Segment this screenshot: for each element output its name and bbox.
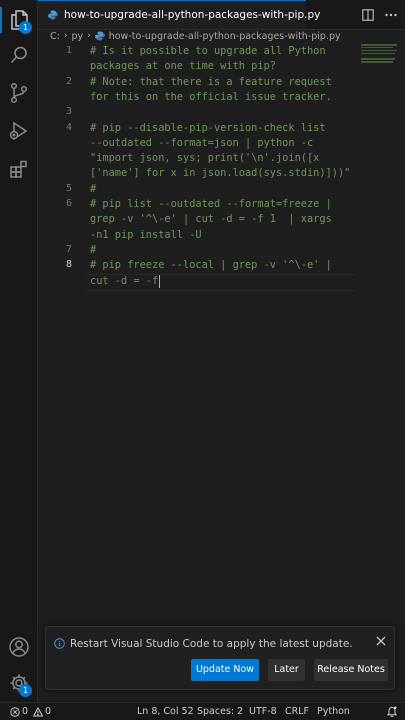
code-line: cut -d = -f bbox=[90, 274, 159, 287]
problems-indicator[interactable]: 0 0 bbox=[10, 703, 51, 720]
indentation[interactable]: Spaces: 2 bbox=[197, 703, 243, 720]
release-notes-button[interactable]: Release Notes bbox=[314, 659, 388, 681]
run-debug-icon bbox=[9, 121, 27, 141]
accounts-button[interactable] bbox=[0, 630, 37, 664]
code-line: for this on the official issue tracker. bbox=[90, 90, 332, 103]
code-line: # pip freeze --local | grep -v '^\-e' | bbox=[90, 259, 332, 272]
activity-bar: 1 1 bbox=[0, 0, 38, 702]
python-file-icon bbox=[48, 10, 58, 20]
run-debug-button[interactable] bbox=[0, 114, 37, 148]
update-now-button[interactable]: Update Now bbox=[191, 659, 259, 681]
close-icon[interactable] bbox=[376, 636, 386, 646]
code-line: # pip --disable-pip-version-check list bbox=[90, 121, 326, 134]
text-cursor bbox=[159, 274, 160, 288]
line-number: 7 bbox=[65, 243, 72, 255]
breadcrumb-folder[interactable]: py bbox=[71, 31, 83, 42]
code-editor[interactable]: 1 # Is it possible to upgrade all Python p… bbox=[38, 44, 405, 624]
extensions-icon bbox=[9, 160, 27, 178]
split-editor-icon[interactable] bbox=[362, 8, 374, 21]
search-button[interactable] bbox=[0, 38, 37, 72]
line-number: 8 bbox=[65, 259, 72, 271]
encoding[interactable]: UTF-8 bbox=[249, 703, 277, 720]
code-line: --outdated --format=json | python -c bbox=[90, 136, 314, 149]
error-icon bbox=[10, 706, 20, 717]
python-file-icon bbox=[94, 31, 105, 41]
chevron-right-icon: › bbox=[63, 31, 68, 41]
breadcrumb: C: › py › how-to-upgrade-all-python-pack… bbox=[38, 29, 405, 43]
code-line: grep -v '^\-e' | cut -d = -f 1 | xargs bbox=[90, 213, 332, 226]
notifications-bell[interactable] bbox=[387, 703, 399, 720]
editor-actions bbox=[362, 0, 397, 29]
more-actions-icon[interactable] bbox=[385, 13, 397, 17]
code-line: # Note: that there is a feature request bbox=[90, 75, 332, 88]
manage-button[interactable]: 1 bbox=[0, 666, 37, 700]
code-line: # bbox=[90, 243, 97, 256]
line-number: 5 bbox=[65, 182, 72, 194]
tab-bar: how-to-upgrade-all-python-packages-with-… bbox=[38, 0, 405, 30]
line-number: 2 bbox=[65, 75, 72, 87]
line-number: 4 bbox=[65, 121, 72, 133]
code-line: "import json, sys; print('\n'.join([x bbox=[90, 152, 320, 165]
search-icon bbox=[10, 46, 27, 64]
error-count: 0 bbox=[22, 706, 29, 717]
notification-message: Restart Visual Studio Code to apply the … bbox=[70, 638, 353, 650]
status-bar: 0 0 Ln 8, Col 52 Spaces: 2 UTF-8 CRLF Py… bbox=[0, 702, 405, 720]
extensions-button[interactable] bbox=[0, 152, 37, 186]
code-line: # Is it possible to upgrade all Python bbox=[90, 45, 326, 57]
warning-icon bbox=[33, 706, 44, 716]
breadcrumb-drive[interactable]: C: bbox=[50, 31, 60, 42]
chevron-right-icon: › bbox=[87, 31, 91, 41]
tab-title: how-to-upgrade-all-python-packages-with-… bbox=[64, 9, 321, 21]
breadcrumb-file[interactable]: how-to-upgrade-all-python-packages-with-… bbox=[109, 31, 341, 42]
account-icon bbox=[8, 637, 29, 657]
code-line: ['name'] for x in json.load(sys.stdin)])… bbox=[90, 167, 351, 180]
warning-count: 0 bbox=[45, 706, 52, 717]
source-control-button[interactable] bbox=[0, 76, 37, 110]
explorer-button[interactable]: 1 bbox=[0, 3, 37, 37]
explorer-badge: 1 bbox=[19, 21, 32, 34]
editor-tab[interactable]: how-to-upgrade-all-python-packages-with-… bbox=[38, 0, 320, 29]
later-button[interactable]: Later bbox=[268, 659, 305, 681]
update-notification: Restart Visual Studio Code to apply the … bbox=[45, 626, 395, 690]
line-number: 1 bbox=[65, 45, 72, 56]
code-line: # bbox=[90, 182, 97, 195]
minimap[interactable] bbox=[361, 44, 401, 70]
cursor-position[interactable]: Ln 8, Col 52 bbox=[137, 703, 194, 720]
info-icon bbox=[54, 638, 65, 649]
language-mode[interactable]: Python bbox=[317, 703, 350, 720]
source-control-icon bbox=[10, 82, 27, 104]
code-line: # pip list --outdated --format=freeze | bbox=[90, 198, 332, 210]
line-number: 3 bbox=[65, 106, 72, 118]
bell-icon bbox=[387, 706, 397, 717]
line-number: 6 bbox=[65, 198, 72, 209]
manage-badge: 1 bbox=[19, 684, 32, 697]
vscode-window: 1 1 how-to-upgrade-all-python-packages-w… bbox=[0, 0, 405, 720]
code-line: packages at one time with pip? bbox=[90, 60, 276, 73]
end-of-line[interactable]: CRLF bbox=[285, 703, 309, 720]
code-line: -n1 pip install -U bbox=[90, 228, 202, 241]
